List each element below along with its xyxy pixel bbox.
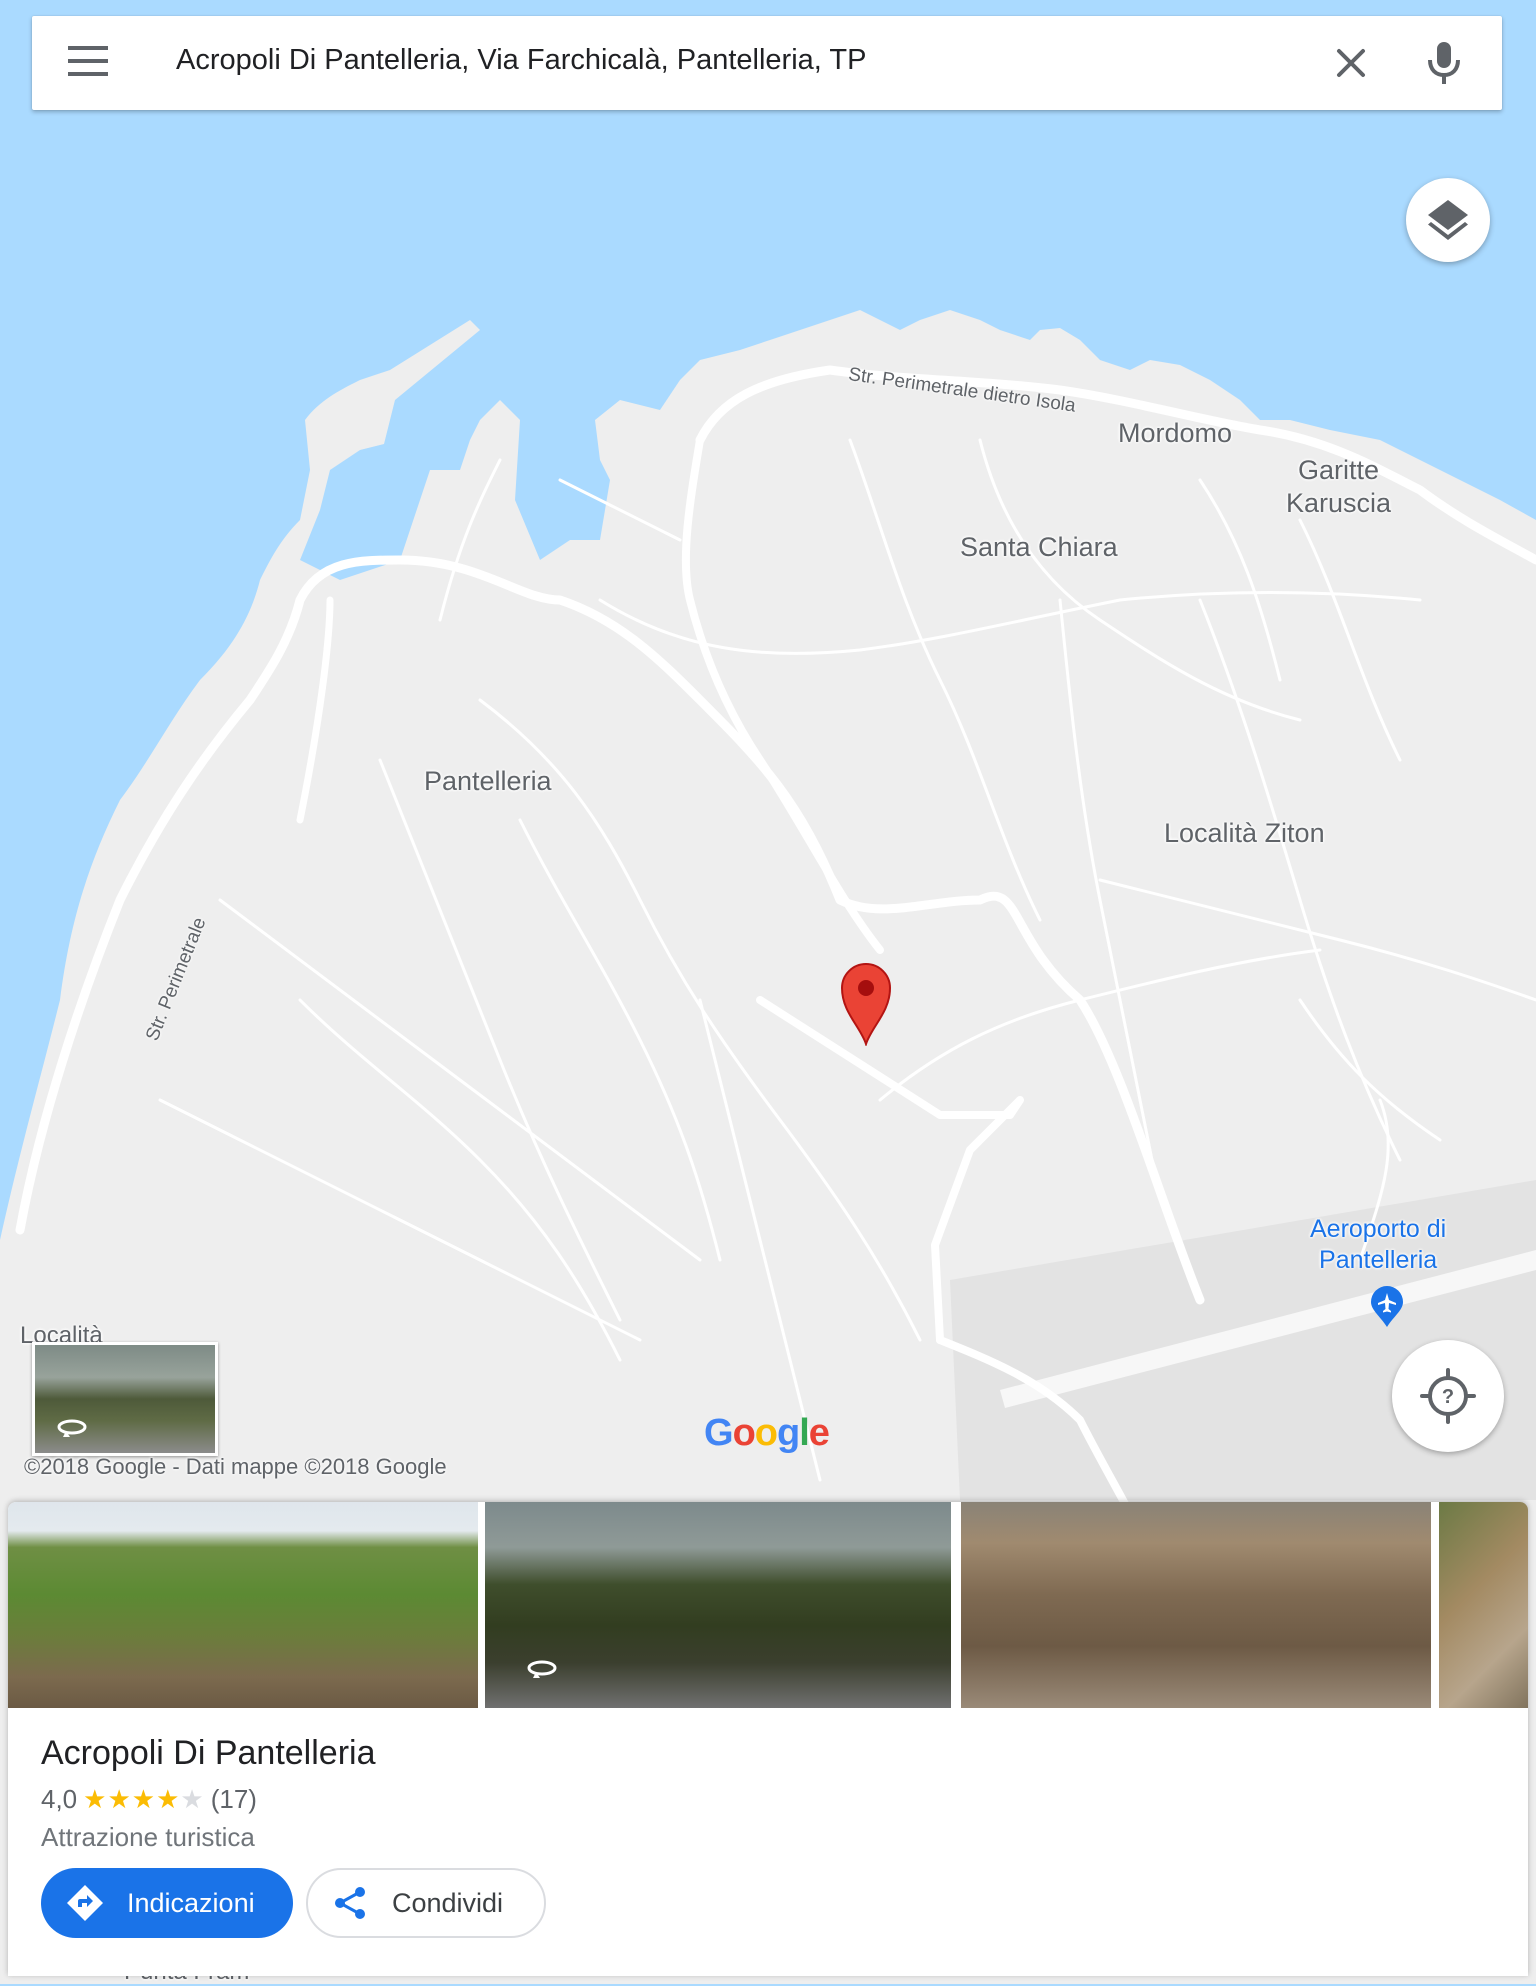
place-label-pantelleria: Pantelleria bbox=[424, 766, 552, 796]
rating-row[interactable]: 4,0 ★★★★★ (17) bbox=[41, 1784, 257, 1815]
locate-icon: ? bbox=[1420, 1368, 1476, 1424]
share-label: Condividi bbox=[392, 1887, 504, 1918]
directions-label: Indicazioni bbox=[127, 1887, 255, 1918]
rating-value: 4,0 bbox=[41, 1784, 78, 1814]
airport-icon[interactable] bbox=[1370, 1286, 1404, 1328]
place-title: Acropoli Di Pantelleria bbox=[41, 1734, 376, 1772]
my-location-button[interactable]: ? bbox=[1392, 1340, 1504, 1452]
place-label-mordomo: Mordomo bbox=[1118, 418, 1233, 448]
close-icon[interactable] bbox=[1330, 42, 1372, 84]
rating-stars: ★★★★★ bbox=[83, 1784, 205, 1814]
place-label-garitte: Garitte Karuscia bbox=[1286, 455, 1392, 518]
layers-button[interactable] bbox=[1406, 178, 1490, 262]
place-photo[interactable] bbox=[961, 1502, 1431, 1708]
share-icon bbox=[335, 1887, 365, 1919]
menu-icon[interactable] bbox=[68, 46, 108, 80]
search-bar: Acropoli Di Pantelleria, Via Farchicalà,… bbox=[32, 16, 1502, 110]
place-label-santa-chiara: Santa Chiara bbox=[960, 532, 1118, 562]
street-view-icon bbox=[527, 1660, 557, 1678]
mic-icon[interactable] bbox=[1424, 40, 1464, 86]
place-photo-street-view[interactable] bbox=[485, 1502, 951, 1708]
place-label-localita-ziton: Località Ziton bbox=[1164, 818, 1325, 848]
map-copyright: ©2018 Google - Dati mappe ©2018 Google bbox=[24, 1454, 447, 1479]
directions-button[interactable]: Indicazioni bbox=[41, 1868, 293, 1938]
place-category: Attrazione turistica bbox=[41, 1822, 255, 1852]
layers-icon bbox=[1428, 200, 1468, 240]
search-input[interactable]: Acropoli Di Pantelleria, Via Farchicalà,… bbox=[176, 44, 866, 77]
place-card[interactable]: Acropoli Di Pantelleria 4,0 ★★★★★ (17) Att… bbox=[8, 1502, 1528, 1976]
street-view-thumbnail[interactable] bbox=[32, 1342, 218, 1456]
location-pin-icon[interactable] bbox=[838, 960, 894, 1046]
place-label-airport[interactable]: Aeroporto di Pantelleria bbox=[1310, 1214, 1446, 1276]
photo-strip[interactable] bbox=[8, 1502, 1528, 1708]
svg-text:?: ? bbox=[1442, 1386, 1454, 1408]
directions-icon bbox=[67, 1885, 103, 1921]
review-count[interactable]: (17) bbox=[211, 1784, 257, 1814]
google-logo: Google bbox=[704, 1412, 830, 1454]
place-photo[interactable] bbox=[8, 1502, 478, 1708]
place-photo[interactable] bbox=[1439, 1502, 1528, 1708]
street-view-icon bbox=[57, 1419, 87, 1437]
share-button[interactable]: Condividi bbox=[306, 1868, 546, 1938]
